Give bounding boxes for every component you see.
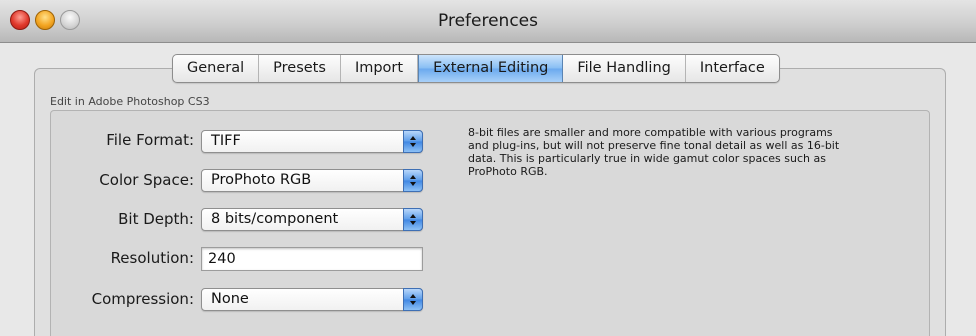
popup-arrows-icon [403, 130, 423, 153]
color-space-popup[interactable]: ProPhoto RGB [201, 169, 423, 192]
compression-popup[interactable]: None [201, 288, 423, 311]
file-format-label: File Format: [106, 131, 194, 149]
tab-general[interactable]: General [173, 55, 260, 82]
file-format-value: TIFF [211, 133, 241, 149]
popup-arrows-icon [403, 169, 423, 192]
color-space-label: Color Space: [99, 171, 194, 189]
bit-depth-label: Bit Depth: [118, 210, 194, 228]
tab-external-editing[interactable]: External Editing [418, 55, 564, 82]
window-title: Preferences [438, 11, 538, 31]
section-label: Edit in Adobe Photoshop CS3 [50, 95, 210, 108]
compression-label: Compression: [91, 290, 194, 308]
resolution-value: 240 [208, 251, 236, 267]
title-bar: Preferences [0, 0, 976, 43]
description-line: and plug-ins, but will not preserve fine… [468, 139, 840, 152]
bit-depth-popup[interactable]: 8 bits/component [201, 208, 423, 231]
popup-arrows-icon [403, 208, 423, 231]
tab-presets[interactable]: Presets [259, 55, 341, 82]
color-space-value: ProPhoto RGB [211, 172, 312, 188]
tab-bar: General Presets Import External Editing … [172, 54, 780, 83]
description-line: 8-bit files are smaller and more compati… [468, 126, 833, 139]
file-format-popup[interactable]: TIFF [201, 130, 423, 153]
tab-import[interactable]: Import [341, 55, 419, 82]
description-line: ProPhoto RGB. [468, 165, 548, 178]
resolution-label: Resolution: [110, 249, 194, 267]
compression-value: None [211, 291, 249, 307]
description-line: data. This is particularly true in wide … [468, 152, 826, 165]
tab-file-handling[interactable]: File Handling [563, 55, 686, 82]
popup-arrows-icon [403, 288, 423, 311]
tab-interface[interactable]: Interface [686, 55, 779, 82]
bit-depth-value: 8 bits/component [211, 211, 339, 227]
bit-depth-description: 8-bit files are smaller and more compati… [468, 126, 938, 178]
resolution-field[interactable]: 240 [201, 247, 423, 271]
